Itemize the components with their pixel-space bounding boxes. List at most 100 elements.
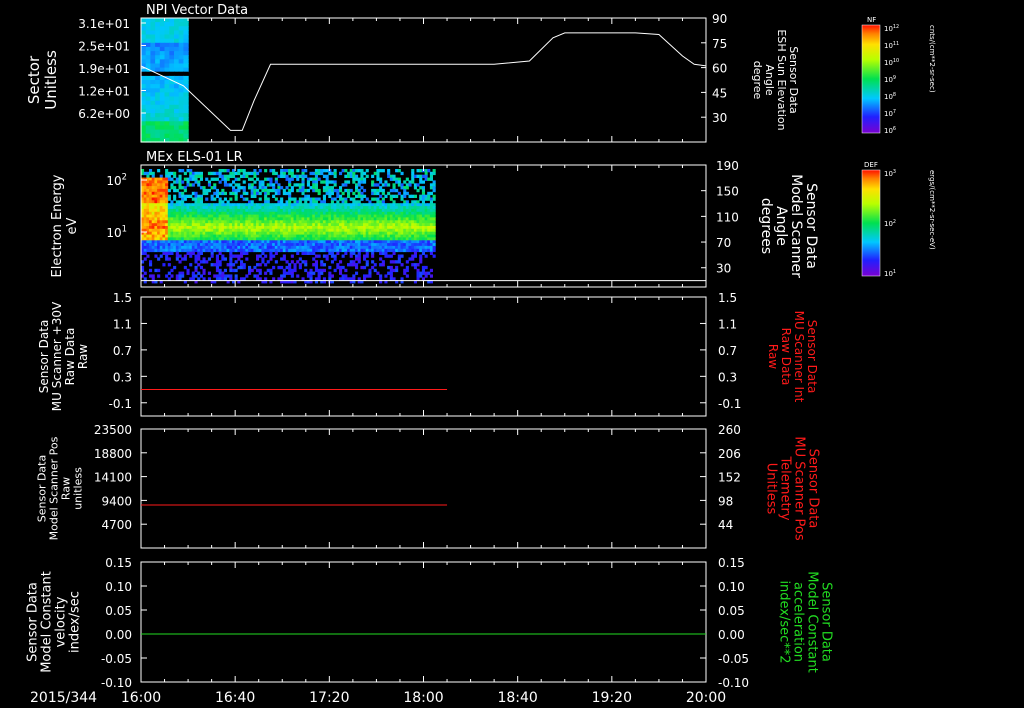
heatmap-cell <box>405 228 409 233</box>
heatmap-cell <box>432 237 436 241</box>
heatmap-cell <box>421 231 425 235</box>
heatmap-cell <box>183 38 189 44</box>
heatmap-cell <box>379 220 383 224</box>
heatmap-cell <box>261 260 265 264</box>
heatmap-cell <box>272 208 276 213</box>
heatmap-cell <box>165 220 169 224</box>
heatmap-cell <box>421 245 425 250</box>
heatmap-cell <box>215 228 219 233</box>
heatmap-cell <box>424 274 428 278</box>
heatmap-cell <box>341 254 345 258</box>
heatmap-cell <box>143 200 147 204</box>
heatmap-cell <box>261 228 265 233</box>
heatmap-cell <box>405 248 409 253</box>
heatmap-cell <box>175 203 179 207</box>
heatmap-cell <box>258 208 262 213</box>
heatmap-cell <box>178 46 184 52</box>
heatmap-cell <box>373 268 377 273</box>
heatmap-cell <box>197 254 201 258</box>
heatmap-cell <box>162 180 166 184</box>
heatmap-cell <box>296 169 300 173</box>
heatmap-cell <box>226 231 230 235</box>
heatmap-cell <box>175 237 179 241</box>
heatmap-cell <box>357 180 361 184</box>
heatmap-cell <box>320 200 324 204</box>
heatmap-cell <box>183 188 187 193</box>
heatmap-cell <box>159 228 163 233</box>
heatmap-cell <box>250 217 254 221</box>
panel1-ytick-label: 6.2e+00 <box>78 107 130 121</box>
heatmap-cell <box>320 248 324 253</box>
heatmap-cell <box>355 248 359 253</box>
heatmap-cell <box>312 203 316 207</box>
heatmap-cell <box>237 257 241 261</box>
chart-stage: 16:00 16:40 17:20 18:00 18:40 19:20 20:003.1e+… <box>25 3 936 706</box>
heatmap-cell <box>416 245 420 250</box>
heatmap-cell <box>389 228 393 233</box>
heatmap-cell <box>165 237 169 241</box>
heatmap-cell <box>191 183 195 187</box>
heatmap-cell <box>164 55 170 60</box>
heatmap-cell <box>325 169 329 173</box>
heatmap-cell <box>145 26 151 31</box>
heatmap-cell <box>169 96 175 102</box>
heatmap-cell <box>178 51 184 56</box>
heatmap-cell <box>344 208 348 213</box>
heatmap-cell <box>330 228 334 233</box>
heatmap-cell <box>309 208 313 213</box>
heatmap-cell <box>290 174 294 178</box>
heatmap-cell <box>387 208 391 213</box>
heatmap-cell <box>320 208 324 213</box>
heatmap-cell <box>269 208 273 213</box>
heatmap-cell <box>169 121 175 126</box>
heatmap-cell <box>322 208 326 213</box>
heatmap-cell <box>141 30 147 36</box>
heatmap-cell <box>174 88 180 93</box>
heatmap-cell <box>169 34 175 40</box>
heatmap-cell <box>215 254 219 258</box>
heatmap-cell <box>304 174 308 178</box>
heatmap-cell <box>191 274 195 278</box>
heatmap-cell <box>288 237 292 241</box>
heatmap-cell <box>333 237 337 241</box>
heatmap-cell <box>242 180 246 184</box>
heatmap-cell <box>149 268 153 273</box>
heatmap-cell <box>170 200 174 204</box>
heatmap-cell <box>309 228 313 233</box>
heatmap-cell <box>290 177 294 181</box>
heatmap-cell <box>400 208 404 213</box>
heatmap-cell <box>154 208 158 213</box>
heatmap-cell <box>205 177 209 181</box>
heatmap-cell <box>336 237 340 241</box>
heatmap-cell <box>344 188 348 193</box>
heatmap-cell <box>427 231 431 235</box>
heatmap-cell <box>170 231 174 235</box>
heatmap-cell <box>314 208 318 213</box>
panel1-left-label: SectorUnitless <box>25 50 60 110</box>
heatmap-cell <box>164 22 170 27</box>
heatmap-cell <box>432 254 436 258</box>
heatmap-cell <box>165 171 169 176</box>
heatmap-cell <box>256 171 260 176</box>
heatmap-cell <box>181 228 185 233</box>
heatmap-cell <box>314 268 318 273</box>
heatmap-cell <box>155 67 161 73</box>
heatmap-cell <box>197 203 201 207</box>
heatmap-cell <box>384 248 388 253</box>
heatmap-cell <box>304 268 308 273</box>
heatmap-cell <box>272 194 276 198</box>
heatmap-cell <box>416 188 420 193</box>
heatmap-cell <box>157 268 161 273</box>
heatmap-cell <box>373 203 377 207</box>
heatmap-cell <box>400 171 404 176</box>
heatmap-cell <box>416 237 420 241</box>
panel5-ytick-label: -0.05 <box>101 652 132 666</box>
heatmap-cell <box>395 203 399 207</box>
heatmap-cell <box>427 237 431 241</box>
heatmap-cell <box>175 217 179 221</box>
heatmap-cell <box>154 248 158 253</box>
heatmap-cell <box>159 203 163 207</box>
heatmap-cell <box>373 245 377 250</box>
heatmap-cell <box>424 171 428 176</box>
heatmap-cell <box>301 237 305 241</box>
